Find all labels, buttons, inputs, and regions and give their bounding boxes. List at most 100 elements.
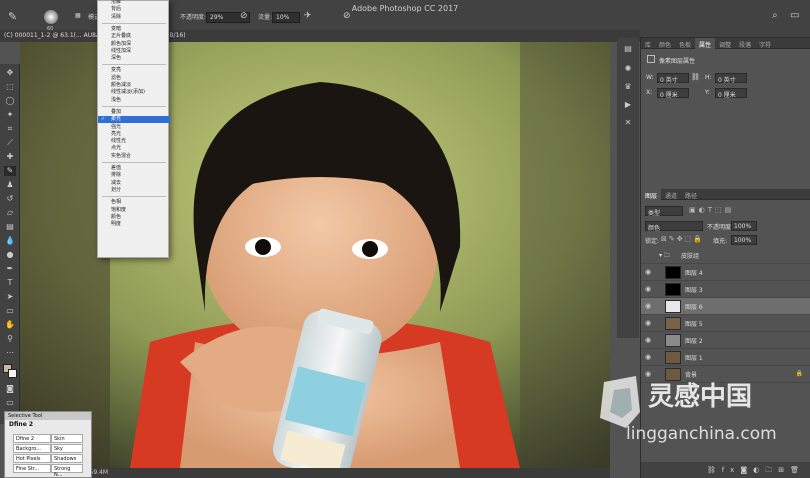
tab-swatches[interactable]: 色板: [675, 38, 695, 51]
layer-row[interactable]: ◉ 图层 5: [641, 315, 810, 332]
blend-mode-item[interactable]: 线性光: [98, 138, 170, 145]
blend-mode-item[interactable]: 颜色减淡: [98, 82, 170, 89]
blend-mode-item[interactable]: 差值: [98, 165, 170, 172]
zoom-tool-icon[interactable]: ⚲: [4, 334, 16, 344]
folder-open-icon[interactable]: ▾ 🗀: [659, 251, 670, 261]
selective-cell[interactable]: Backgro...: [13, 444, 51, 453]
layer-row[interactable]: ◉ 图层 1: [641, 349, 810, 366]
blend-mode-item[interactable]: 排除: [98, 172, 170, 179]
blur-tool-icon[interactable]: 💧: [4, 236, 16, 246]
fill-field[interactable]: 100%: [731, 235, 757, 245]
visibility-eye-icon[interactable]: ◉: [645, 320, 653, 327]
new-layer-icon[interactable]: ⊞: [778, 466, 790, 474]
h-field[interactable]: 0 英寸: [715, 73, 747, 84]
visibility-eye-icon[interactable]: ◉: [645, 286, 653, 293]
blend-mode-item[interactable]: 减去: [98, 180, 170, 187]
crop-tool-icon[interactable]: ⌗: [4, 124, 16, 134]
gradient-tool-icon[interactable]: ▤: [4, 222, 16, 232]
blend-mode-item[interactable]: 清除: [98, 14, 170, 21]
layer-group-row[interactable]: ▾ 🗀 皮肤组: [641, 247, 810, 264]
blend-mode-item[interactable]: 正片叠底: [98, 33, 170, 40]
selective-cell[interactable]: Hot Pixels: [13, 454, 51, 463]
airbrush-icon[interactable]: ✈: [304, 11, 312, 21]
blend-mode-item[interactable]: 明度: [98, 221, 170, 228]
tab-paths[interactable]: 路径: [681, 189, 701, 202]
blend-mode-item[interactable]: 背后: [98, 6, 170, 13]
path-selection-tool-icon[interactable]: ➤: [4, 292, 16, 302]
document-tab[interactable]: (C) 000011_1-2 @ 63.1(... AU8A6998.CR2 @…: [0, 30, 640, 42]
brush-tool-icon[interactable]: ✎: [4, 166, 16, 176]
pressure-size-icon[interactable]: ⊘: [343, 11, 351, 21]
selective-cell[interactable]: Fine Str...: [13, 464, 51, 473]
quick-mask-icon[interactable]: ◙: [4, 384, 16, 394]
type-tool-icon[interactable]: T: [4, 278, 16, 288]
blend-mode-item[interactable]: 色相: [98, 199, 170, 206]
tab-character[interactable]: 字符: [755, 38, 775, 51]
background-color-swatch[interactable]: [8, 369, 17, 378]
selective-cell[interactable]: Skin: [51, 434, 83, 443]
selective-cell[interactable]: Strong N...: [51, 464, 83, 478]
w-field[interactable]: 0 英寸: [657, 73, 689, 84]
tab-color[interactable]: 颜色: [655, 38, 675, 51]
x-field[interactable]: 0 厘米: [657, 88, 689, 99]
link-layers-icon[interactable]: ⛓: [707, 466, 722, 474]
shape-tool-icon[interactable]: ▭: [4, 306, 16, 316]
fx-icon[interactable]: fx: [722, 466, 741, 474]
blend-mode-item[interactable]: 变亮: [98, 67, 170, 74]
blend-mode-item[interactable]: 溶解: [98, 0, 170, 6]
blend-mode-item[interactable]: 饱和度: [98, 207, 170, 214]
marquee-tool-icon[interactable]: ⬚: [4, 82, 16, 92]
y-field[interactable]: 0 厘米: [715, 88, 747, 99]
selective-cell[interactable]: Sky: [51, 444, 83, 453]
clone-source-panel-icon[interactable]: ♛: [622, 82, 634, 92]
visibility-eye-icon[interactable]: ◉: [645, 337, 653, 344]
brush-settings-panel-icon[interactable]: ✺: [622, 64, 634, 74]
layer-filter-select[interactable]: 类型: [645, 206, 683, 217]
history-panel-icon[interactable]: ▤: [622, 44, 634, 54]
blend-mode-item[interactable]: 亮光: [98, 131, 170, 138]
layer-row[interactable]: ◉ 图层 2: [641, 332, 810, 349]
layer-row[interactable]: ◉ 图层 6: [641, 298, 810, 315]
more-tools-icon[interactable]: ⋯: [4, 348, 16, 358]
tools-panel-icon[interactable]: ✕: [622, 118, 634, 128]
lock-icons[interactable]: ⊠✎✥⬚🔒: [661, 235, 704, 243]
pressure-opacity-icon[interactable]: ⊘: [240, 11, 248, 21]
flow-field[interactable]: 10%: [272, 12, 300, 23]
visibility-eye-icon[interactable]: ◉: [645, 354, 653, 361]
clone-stamp-tool-icon[interactable]: ♟: [4, 180, 16, 190]
blend-mode-item[interactable]: 划分: [98, 187, 170, 194]
link-icon[interactable]: ⛓: [691, 73, 700, 81]
tab-paragraph[interactable]: 段落: [735, 38, 755, 51]
filter-icons[interactable]: ▣◐T⬚▤: [689, 206, 734, 214]
layer-row[interactable]: ◉ 图层 4: [641, 264, 810, 281]
folder-icon[interactable]: 🗀: [765, 466, 778, 474]
tab-channels[interactable]: 通道: [661, 189, 681, 202]
visibility-eye-icon[interactable]: ◉: [645, 303, 653, 310]
brush-tool-icon[interactable]: ✎: [8, 10, 17, 23]
blend-mode-menu[interactable]: 溶解 背后 清除 变暗 正片叠底 颜色加深 线性加深 深色 变亮 滤色 颜色减淡 线性减淡(添加) 浅色…: [97, 0, 170, 258]
adjustment-icon[interactable]: ◐: [753, 466, 765, 474]
tab-layers[interactable]: 图层: [641, 189, 662, 202]
dodge-tool-icon[interactable]: ●: [4, 250, 16, 260]
layer-blend-mode[interactable]: 颜色: [645, 221, 703, 232]
tab-library[interactable]: 库: [641, 38, 655, 51]
trash-icon[interactable]: 🗑: [790, 466, 805, 474]
workspace-icon[interactable]: ▭: [790, 10, 799, 21]
pen-tool-icon[interactable]: ✒: [4, 264, 16, 274]
blend-mode-item[interactable]: 深色: [98, 55, 170, 62]
blend-mode-item[interactable]: 叠加: [98, 109, 170, 116]
mask-icon[interactable]: ◙: [740, 466, 753, 474]
blend-mode-item[interactable]: 点光: [98, 145, 170, 152]
blend-mode-item[interactable]: 颜色加深: [98, 41, 170, 48]
brush-preview-icon[interactable]: [44, 10, 58, 24]
magic-wand-tool-icon[interactable]: ✦: [4, 110, 16, 120]
blend-mode-item[interactable]: 强光: [98, 124, 170, 131]
blend-mode-item[interactable]: 线性减淡(添加): [98, 89, 170, 96]
search-icon[interactable]: ⌕: [772, 10, 778, 21]
blend-mode-item[interactable]: 实色混合: [98, 153, 170, 160]
blend-mode-item[interactable]: 线性加深: [98, 48, 170, 55]
eraser-tool-icon[interactable]: ▱: [4, 208, 16, 218]
selective-cell[interactable]: Dfine 2: [13, 434, 51, 443]
selective-cell[interactable]: Shadows: [51, 454, 83, 463]
tab-properties[interactable]: 属性: [695, 38, 716, 51]
